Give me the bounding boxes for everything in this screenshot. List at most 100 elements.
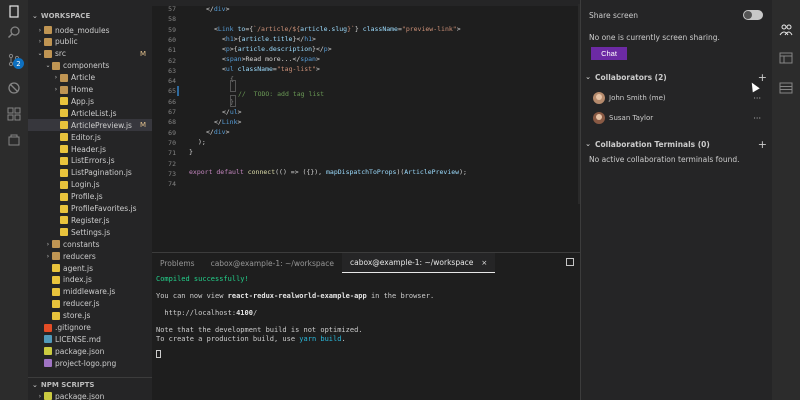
add-collaborator-icon[interactable]: + (758, 71, 767, 84)
tree-item-label: ArticleList.js (71, 108, 117, 118)
line-number: 59 (168, 25, 176, 34)
collaborator-row[interactable]: Susan Taylor ··· (581, 110, 773, 126)
folder-item[interactable]: ⌄ src M (28, 48, 152, 60)
chevron-right-icon: › (46, 252, 50, 260)
terminals-header[interactable]: ⌄ Collaboration Terminals (0) + (581, 137, 773, 151)
collaborator-row[interactable]: John Smith (me) ··· (581, 90, 773, 106)
code-line: </Link> (214, 118, 242, 126)
chat-button[interactable]: Chat (591, 47, 627, 60)
file-item[interactable]: package.json (28, 345, 152, 357)
file-item[interactable]: reducer.js (28, 298, 152, 310)
panel-tab[interactable]: Problems (152, 253, 203, 273)
panel-tabs: Problems cabox@example-1: ~/workspace cabo… (152, 253, 580, 273)
file-item[interactable]: store.js (28, 310, 152, 322)
js-file-icon (60, 133, 68, 142)
tree-item-label: Profile.js (71, 192, 103, 202)
panel-tab[interactable]: cabox@example-1: ~/workspace × (342, 253, 496, 273)
file-item[interactable]: Settings.js (28, 226, 152, 238)
chevron-right-icon: › (46, 240, 50, 248)
folder-file-icon (52, 61, 60, 70)
js-file-icon (52, 299, 60, 308)
folder-item[interactable]: › Home (28, 84, 152, 96)
file-item[interactable]: ArticleList.js (28, 107, 152, 119)
code-line: <p>{article.description}</p> (222, 45, 332, 53)
file-item[interactable]: ArticlePreview.js M (28, 119, 152, 132)
chevron-down-icon: ⌄ (37, 50, 43, 58)
more-options-icon[interactable]: ··· (753, 114, 761, 123)
tree-item-label: Login.js (71, 180, 100, 190)
line-number: 60 (168, 35, 176, 44)
chevron-down-icon: ⌄ (32, 12, 38, 20)
js-file-icon (60, 228, 68, 237)
tree-item-label: Editor.js (71, 132, 101, 142)
file-item[interactable]: ProfileFavorites.js (28, 203, 152, 215)
debug-icon[interactable] (6, 80, 22, 96)
folder-item[interactable]: › public (28, 36, 152, 48)
js-file-icon (52, 311, 60, 320)
code-line: // TODO: add tag list (238, 90, 325, 98)
folder-item[interactable]: › reducers (28, 250, 152, 262)
tree-item-label: node_modules (55, 25, 110, 35)
file-item[interactable]: .gitignore (28, 322, 152, 334)
js-file-icon (60, 109, 68, 118)
terminal-text: To create a production build, use (156, 335, 300, 343)
code-line: </div> (206, 5, 230, 13)
split-panel-icon[interactable] (566, 258, 574, 266)
chevron-down-icon: ⌄ (585, 140, 591, 148)
file-item[interactable]: middleware.js (28, 286, 152, 298)
tree-item-label: components (63, 61, 110, 71)
file-item[interactable]: Register.js (28, 214, 152, 226)
folder-file-icon (44, 49, 52, 58)
line-number: 65 (168, 87, 176, 96)
share-screen-toggle[interactable] (743, 10, 763, 20)
search-icon[interactable] (6, 24, 22, 40)
file-item[interactable]: Profile.js (28, 191, 152, 203)
remote-icon[interactable] (6, 132, 22, 148)
file-item[interactable]: Editor.js (28, 131, 152, 143)
folder-item[interactable]: ⌄ components (28, 60, 152, 72)
folder-item[interactable]: › Article (28, 72, 152, 84)
close-icon[interactable]: × (481, 259, 487, 267)
tree-item-label: constants (63, 239, 100, 249)
collaborators-header[interactable]: ⌄ Collaborators (2) + (581, 70, 773, 84)
terminal-prompt[interactable] (156, 349, 161, 359)
tree-item-label: LICENSE.md (55, 334, 101, 344)
line-number: 62 (168, 56, 176, 65)
folder-item[interactable]: › node_modules (28, 24, 152, 36)
file-item[interactable]: LICENSE.md (28, 333, 152, 345)
workspace-header[interactable]: ⌄ WORKSPACE (28, 9, 152, 23)
file-item[interactable]: ListErrors.js (28, 155, 152, 167)
add-terminal-icon[interactable]: + (758, 138, 767, 151)
extensions-icon[interactable] (6, 106, 22, 122)
terminal-command: yarn build (299, 335, 342, 343)
code-editor[interactable]: 57 58 59 60 61 62 63 64 65 66 67 68 69 70 71 72 73 74 </d… (152, 0, 580, 252)
modified-marker: M (139, 121, 146, 130)
code-line: <h1>{article.title}</h1> (222, 35, 316, 43)
file-item[interactable]: App.js (28, 95, 152, 107)
tree-item-label: public (55, 37, 78, 47)
tree-item-label: agent.js (63, 263, 94, 273)
git-file-icon (44, 323, 52, 332)
npm-scripts-header[interactable]: ⌄ NPM SCRIPTS (28, 377, 152, 391)
tree-item-label: ListErrors.js (71, 156, 115, 166)
list-icon[interactable] (779, 80, 793, 94)
file-item[interactable]: Header.js (28, 143, 152, 155)
file-item[interactable]: index.js (28, 274, 152, 286)
layout-icon[interactable] (779, 50, 793, 64)
file-item[interactable]: ListPagination.js (28, 167, 152, 179)
file-item[interactable]: Login.js (28, 179, 152, 191)
tree-item-label: reducers (63, 251, 96, 261)
explorer-icon[interactable] (6, 4, 22, 20)
js-file-icon (52, 264, 60, 272)
folder-item[interactable]: › constants (28, 238, 152, 250)
npm-item[interactable]: › package.json (28, 390, 152, 400)
more-options-icon[interactable]: ··· (753, 94, 761, 103)
file-item[interactable]: agent.js (28, 262, 152, 274)
code-line: <Link to={`/article/${article.slug}`} cl… (214, 25, 461, 33)
panel-tab[interactable]: cabox@example-1: ~/workspace (203, 253, 342, 273)
terminal-compiled-line: Compiled successfully! (156, 275, 249, 283)
collaboration-icon[interactable] (779, 22, 793, 36)
code-line: </ul> (222, 108, 242, 116)
file-item[interactable]: project-logo.png (28, 357, 152, 369)
collaborator-name: John Smith (me) (609, 94, 666, 102)
